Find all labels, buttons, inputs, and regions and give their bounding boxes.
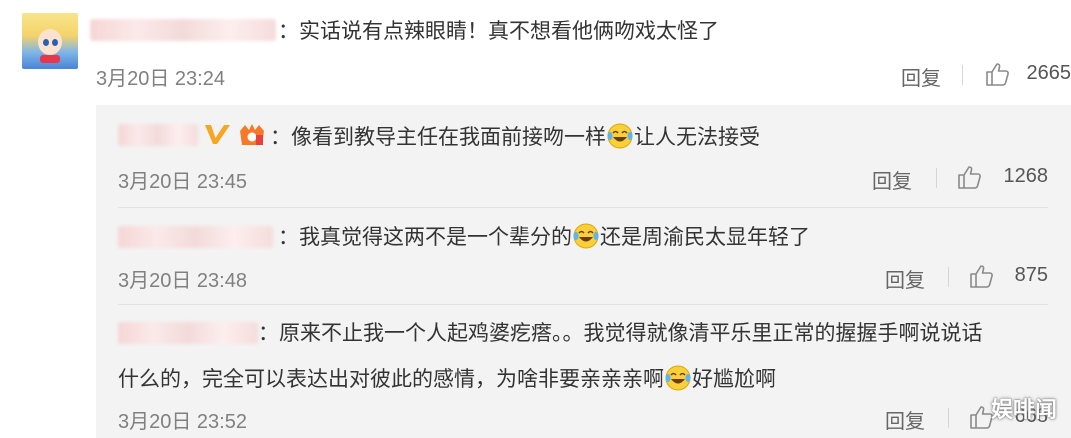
reply-text-after: 好尴尬啊 <box>692 367 776 391</box>
action-divider <box>936 168 937 188</box>
reply-text-before: 什么的，完全可以表达出对彼此的感情，为啥非要亲亲亲啊 <box>118 367 664 391</box>
reply-button[interactable]: 回复 <box>872 165 912 194</box>
reply-text-after: 还是周渝民太显年轻了 <box>600 225 810 249</box>
like-count: 875 <box>1014 264 1048 286</box>
avatar-face <box>38 29 62 55</box>
action-divider <box>962 65 963 85</box>
reply-button[interactable]: 回复 <box>885 405 925 434</box>
reply-username-blurred[interactable] <box>118 322 258 344</box>
comment-text: ：实话说有点辣眼睛！真不想看他俩吻戏太怪了 <box>278 19 719 43</box>
reply-separator <box>118 304 1048 305</box>
verified-v-icon <box>205 125 230 144</box>
reply-button[interactable]: 回复 <box>901 62 941 91</box>
laughing-crying-emoji-icon <box>607 123 633 149</box>
like-count: 2665 <box>1026 62 1071 84</box>
avatar-eye-left <box>43 39 49 46</box>
reply-time: 3月20日 23:45 <box>118 171 247 193</box>
laughing-crying-emoji-icon <box>665 365 691 391</box>
reply-time: 3月20日 23:52 <box>118 411 247 433</box>
reply-text: ：像看到教导主任在我面前接吻一样 让人无法接受 <box>270 122 760 151</box>
reply-button[interactable]: 回复 <box>885 264 925 293</box>
reply-separator <box>118 207 1048 208</box>
reply-text-line1: ：原来不止我一个人起鸡婆疙瘩。。我觉得就像清平乐里正常的握握手啊说说话 <box>258 321 983 345</box>
avatar-eye-right <box>52 39 58 46</box>
action-divider <box>948 408 949 428</box>
thumbs-up-icon[interactable] <box>956 164 982 190</box>
like-count: 1268 <box>1003 165 1049 187</box>
reply-username-blurred[interactable] <box>118 226 273 248</box>
comment-time: 3月20日 23:24 <box>96 68 225 90</box>
reply-text-after: 让人无法接受 <box>634 125 760 149</box>
reply-text-before: ：像看到教导主任在我面前接吻一样 <box>270 125 606 149</box>
laughing-crying-emoji-icon <box>573 223 599 249</box>
reply-text-line2: 什么的，完全可以表达出对彼此的感情，为啥非要亲亲亲啊 好尴尬啊 <box>118 364 776 393</box>
username-blurred[interactable] <box>90 19 276 41</box>
reply-text-before: ：我真觉得这两不是一个辈分的 <box>278 225 572 249</box>
thumbs-up-icon[interactable] <box>968 263 994 289</box>
reply-text: ：我真觉得这两不是一个辈分的 还是周渝民太显年轻了 <box>278 222 810 251</box>
thumbs-up-icon[interactable] <box>984 61 1010 87</box>
user-avatar[interactable] <box>22 13 78 69</box>
watermark: 娱啡闻 <box>990 398 1057 423</box>
avatar-bow <box>40 55 60 63</box>
reply-time: 3月20日 23:48 <box>118 270 247 292</box>
member-crown-icon <box>240 124 264 145</box>
action-divider <box>948 267 949 287</box>
reply-username-blurred[interactable] <box>118 124 198 146</box>
